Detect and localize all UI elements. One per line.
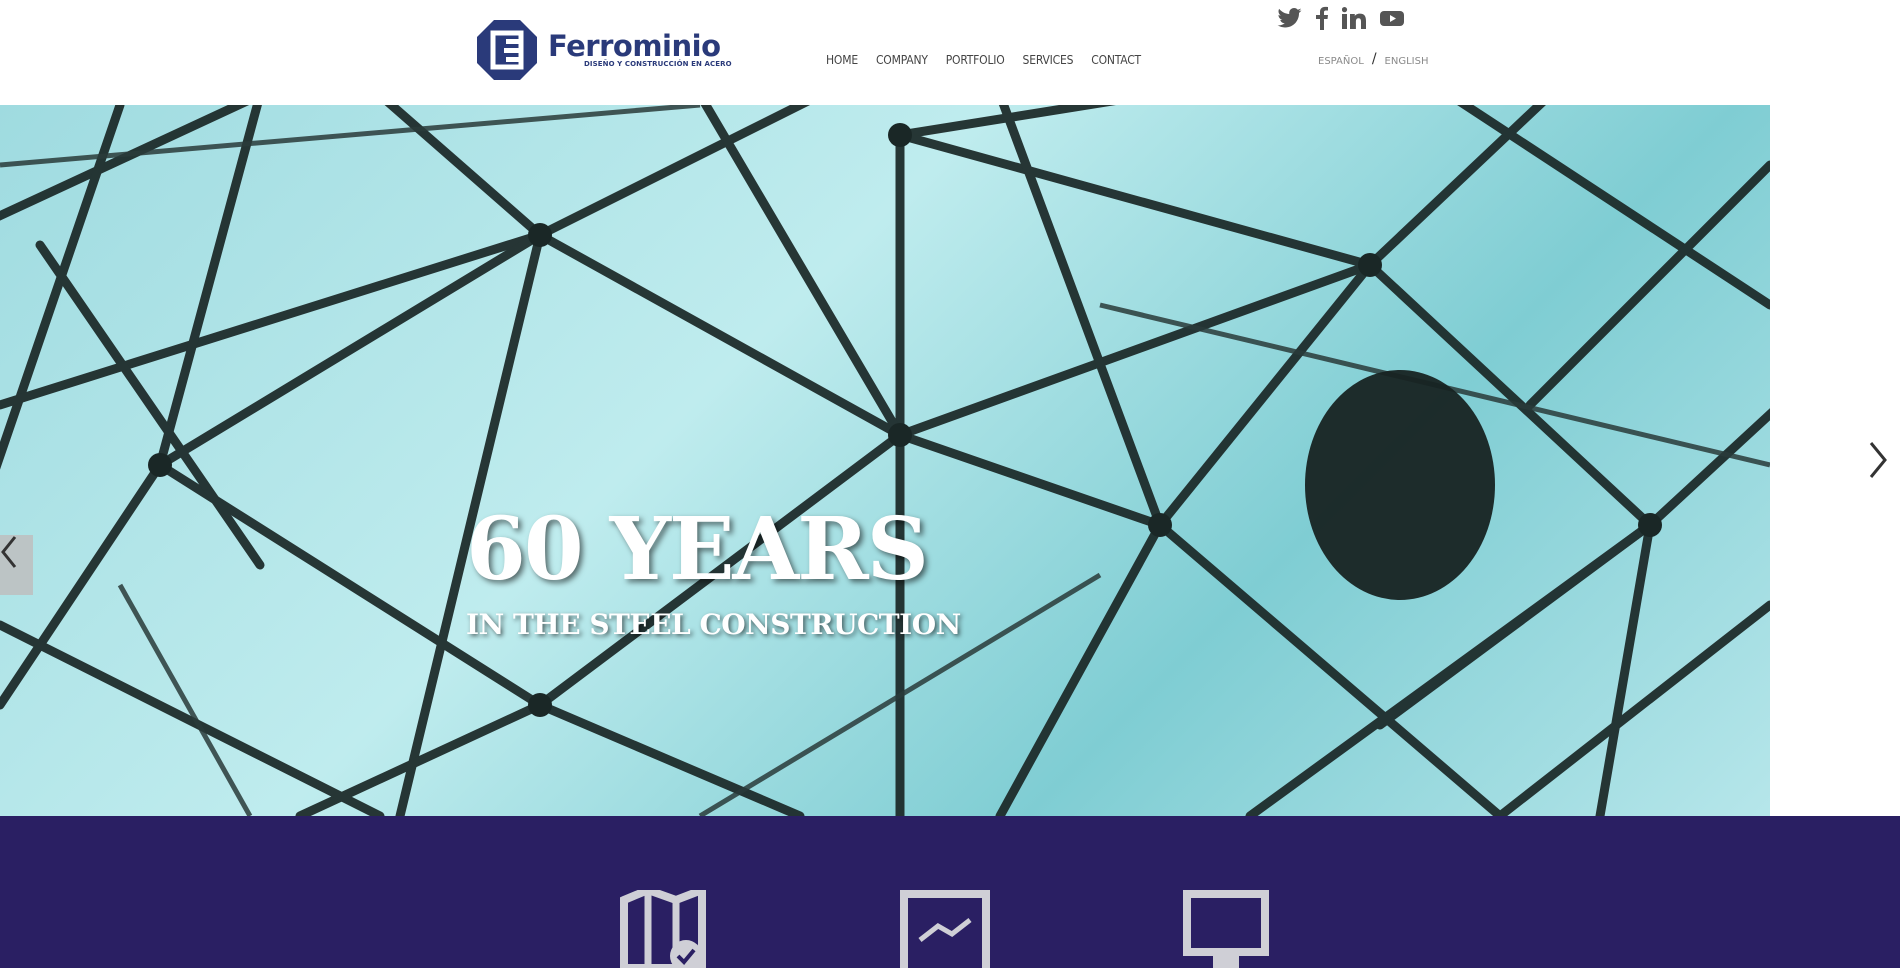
monitor-icon bbox=[1183, 890, 1269, 972]
twitter-icon[interactable] bbox=[1277, 8, 1302, 32]
chevron-left-icon bbox=[1, 536, 17, 568]
language-switcher: ESPAÑOL / ENGLISH bbox=[1318, 51, 1429, 69]
logo[interactable]: Ferrominio DISEÑO Y CONSTRUCCIÓN EN ACER… bbox=[476, 19, 732, 81]
hero-title: 60 YEARS bbox=[466, 499, 929, 600]
map-check-icon bbox=[620, 884, 706, 972]
lang-espanol[interactable]: ESPAÑOL bbox=[1318, 56, 1364, 67]
lang-english[interactable]: ENGLISH bbox=[1385, 56, 1429, 67]
chart-document-icon bbox=[900, 890, 990, 972]
slider-prev-button[interactable] bbox=[0, 535, 33, 595]
steel-structure-image bbox=[0, 105, 1770, 816]
hero-slider: 60 YEARS IN THE STEEL CONSTRUCTION bbox=[0, 105, 1770, 816]
hero-subtitle: IN THE STEEL CONSTRUCTION bbox=[466, 608, 961, 641]
brand-tagline: DISEÑO Y CONSTRUCCIÓN EN ACERO bbox=[584, 60, 732, 68]
lang-separator: / bbox=[1371, 51, 1377, 67]
main-nav: HOME COMPANY PORTFOLIO SERVICES CONTACT bbox=[826, 53, 1159, 67]
nav-home[interactable]: HOME bbox=[826, 53, 858, 67]
youtube-icon[interactable] bbox=[1380, 9, 1404, 31]
brand-name: Ferrominio bbox=[548, 29, 721, 63]
nav-services[interactable]: SERVICES bbox=[1023, 53, 1074, 67]
site-header: Ferrominio DISEÑO Y CONSTRUCCIÓN EN ACER… bbox=[0, 0, 1900, 105]
nav-company[interactable]: COMPANY bbox=[876, 53, 928, 67]
slider-next-button[interactable] bbox=[1862, 437, 1894, 483]
social-links bbox=[1277, 6, 1404, 34]
nav-portfolio[interactable]: PORTFOLIO bbox=[946, 53, 1005, 67]
facebook-icon[interactable] bbox=[1316, 6, 1328, 34]
logo-mark-icon bbox=[477, 20, 537, 80]
nav-contact[interactable]: CONTACT bbox=[1091, 53, 1141, 67]
services-band bbox=[0, 816, 1900, 972]
linkedin-icon[interactable] bbox=[1341, 7, 1366, 33]
chevron-right-icon bbox=[1869, 442, 1887, 478]
